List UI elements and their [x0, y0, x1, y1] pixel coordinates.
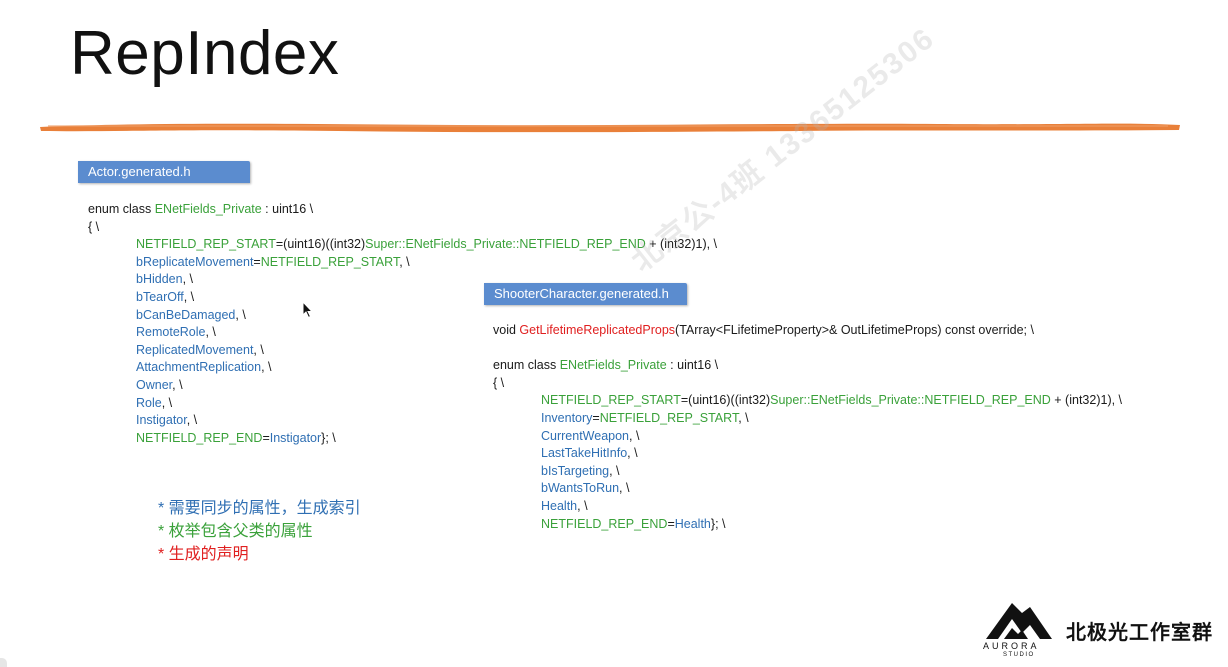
note-item: * 需要同步的属性，生成索引 [158, 500, 361, 517]
code-line: enum class ENetFields_Private : uint16 \ [493, 357, 1122, 375]
code-token: , \ [172, 377, 183, 392]
studio-name: 北极光工作室群 [1066, 622, 1213, 644]
code-token: = [262, 430, 270, 445]
code-token: bReplicateMovement [136, 254, 254, 269]
code-token: (TArray<FLifetimeProperty>& OutLifetimeP… [675, 323, 1034, 337]
code-line: { \ [493, 375, 1122, 393]
code-token: Instigator [269, 430, 322, 445]
code-line: enum class ENetFields_Private : uint16 \ [88, 201, 717, 219]
code-token: GetLifetimeReplicatedProps [519, 323, 676, 337]
code-token: , \ [627, 446, 638, 461]
slide-nav-handle[interactable] [0, 658, 7, 667]
code-token: bWantsToRun [541, 481, 620, 496]
code-token: void [493, 323, 520, 337]
code-token: NETFIELD_REP_START [136, 237, 276, 252]
code-token: Instigator [136, 413, 187, 428]
code-token: AttachmentReplication [136, 360, 262, 375]
watermark-text: 北京公-4班 13365125306 [625, 21, 942, 279]
code-token: Role [136, 395, 162, 410]
code-token: { \ [493, 375, 505, 390]
code-token: , \ [261, 360, 272, 375]
code-token: CurrentWeapon [541, 428, 630, 443]
notes-list: * 需要同步的属性，生成索引 * 枚举包含父类的属性 * 生成的声明 [158, 497, 361, 566]
code-token: , \ [186, 413, 198, 428]
code-line: { \ [88, 219, 717, 237]
code-token: =(uint16)((int32) [680, 393, 771, 408]
code-token: enum class [493, 358, 560, 373]
code-token: Health [674, 516, 711, 531]
title-underline-brush-stroke [40, 123, 1180, 133]
file-tag-actor-generated: Actor.generated.h [78, 161, 250, 183]
slide: RepIndex Actor.generated.h enum class EN… [0, 0, 1228, 667]
code-token: , \ [619, 481, 630, 496]
code-token: = [592, 410, 600, 425]
code-line: NETFIELD_REP_END=Health}; \ [493, 516, 1122, 534]
code-token: Health [541, 498, 578, 513]
code-token: =(uint16)((int32) [275, 237, 366, 252]
code-line: LastTakeHitInfo, \ [493, 445, 1122, 463]
note-item: * 枚举包含父类的属性 [158, 523, 313, 540]
code-token: Inventory [541, 410, 593, 425]
code-token: , \ [629, 428, 640, 443]
logo-wordmark: AURORA [983, 641, 1040, 651]
code-token: RemoteRole [136, 325, 206, 340]
code-token: bCanBeDamaged [136, 307, 236, 322]
file-tag-shootercharacter-generated: ShooterCharacter.generated.h [484, 283, 687, 305]
code-token: NETFIELD_REP_START [599, 410, 739, 425]
code-token: { \ [88, 219, 100, 234]
code-token: = [253, 254, 261, 269]
code-token: , \ [182, 272, 193, 287]
code-token: ENetFields_Private [559, 358, 667, 373]
code-line: bReplicateMovement=NETFIELD_REP_START, \ [88, 254, 717, 272]
slide-title: RepIndex [70, 19, 340, 88]
code-token: NETFIELD_REP_START [541, 393, 681, 408]
code-token: , \ [161, 395, 173, 410]
code-token: Owner [136, 377, 173, 392]
code-token: }; \ [710, 516, 726, 531]
code-token: , \ [609, 463, 620, 478]
code-line: void GetLifetimeReplicatedProps(TArray<F… [493, 322, 1122, 340]
code-token: = [667, 516, 675, 531]
code-token: , \ [253, 342, 264, 357]
code-token: ReplicatedMovement [136, 342, 254, 357]
code-line: CurrentWeapon, \ [493, 428, 1122, 446]
code-token: , \ [205, 325, 216, 340]
code-line: bWantsToRun, \ [493, 480, 1122, 498]
code-token: bHidden [136, 272, 183, 287]
code-token: , \ [738, 410, 749, 425]
code-token: }; \ [321, 430, 336, 445]
code-token: enum class [88, 202, 155, 216]
logo-subtitle: STUDIO [1003, 652, 1035, 658]
code-line: Health, \ [493, 498, 1122, 516]
code-token: , \ [235, 307, 246, 322]
code-token: bIsTargeting [541, 463, 610, 478]
code-line: NETFIELD_REP_START=(uint16)((int32)Super… [493, 392, 1122, 410]
code-token: , \ [183, 289, 195, 304]
code-token: , \ [577, 498, 588, 513]
code-token: : uint16 \ [261, 202, 314, 216]
code-token: , \ [399, 254, 410, 269]
mouse-cursor-icon [302, 301, 314, 319]
code-line: Inventory=NETFIELD_REP_START, \ [493, 410, 1122, 428]
code-token: NETFIELD_REP_END [541, 516, 668, 531]
code-token: NETFIELD_REP_END [136, 430, 263, 445]
code-token: NETFIELD_REP_START [260, 254, 400, 269]
code-token: : uint16 \ [666, 358, 719, 373]
code-token: bTearOff [136, 289, 184, 304]
code-token: ENetFields_Private [154, 202, 262, 216]
shootercharacter-generated-code-block: void GetLifetimeReplicatedProps(TArray<F… [493, 322, 1122, 533]
code-token: LastTakeHitInfo [541, 446, 628, 461]
note-item: * 生成的声明 [158, 546, 249, 563]
code-token: + (int32)1), \ [1050, 393, 1123, 408]
code-token: Super::ENetFields_Private::NETFIELD_REP_… [770, 393, 1051, 408]
code-line: bIsTargeting, \ [493, 463, 1122, 481]
code-token: Super::ENetFields_Private::NETFIELD_REP_… [365, 237, 646, 252]
